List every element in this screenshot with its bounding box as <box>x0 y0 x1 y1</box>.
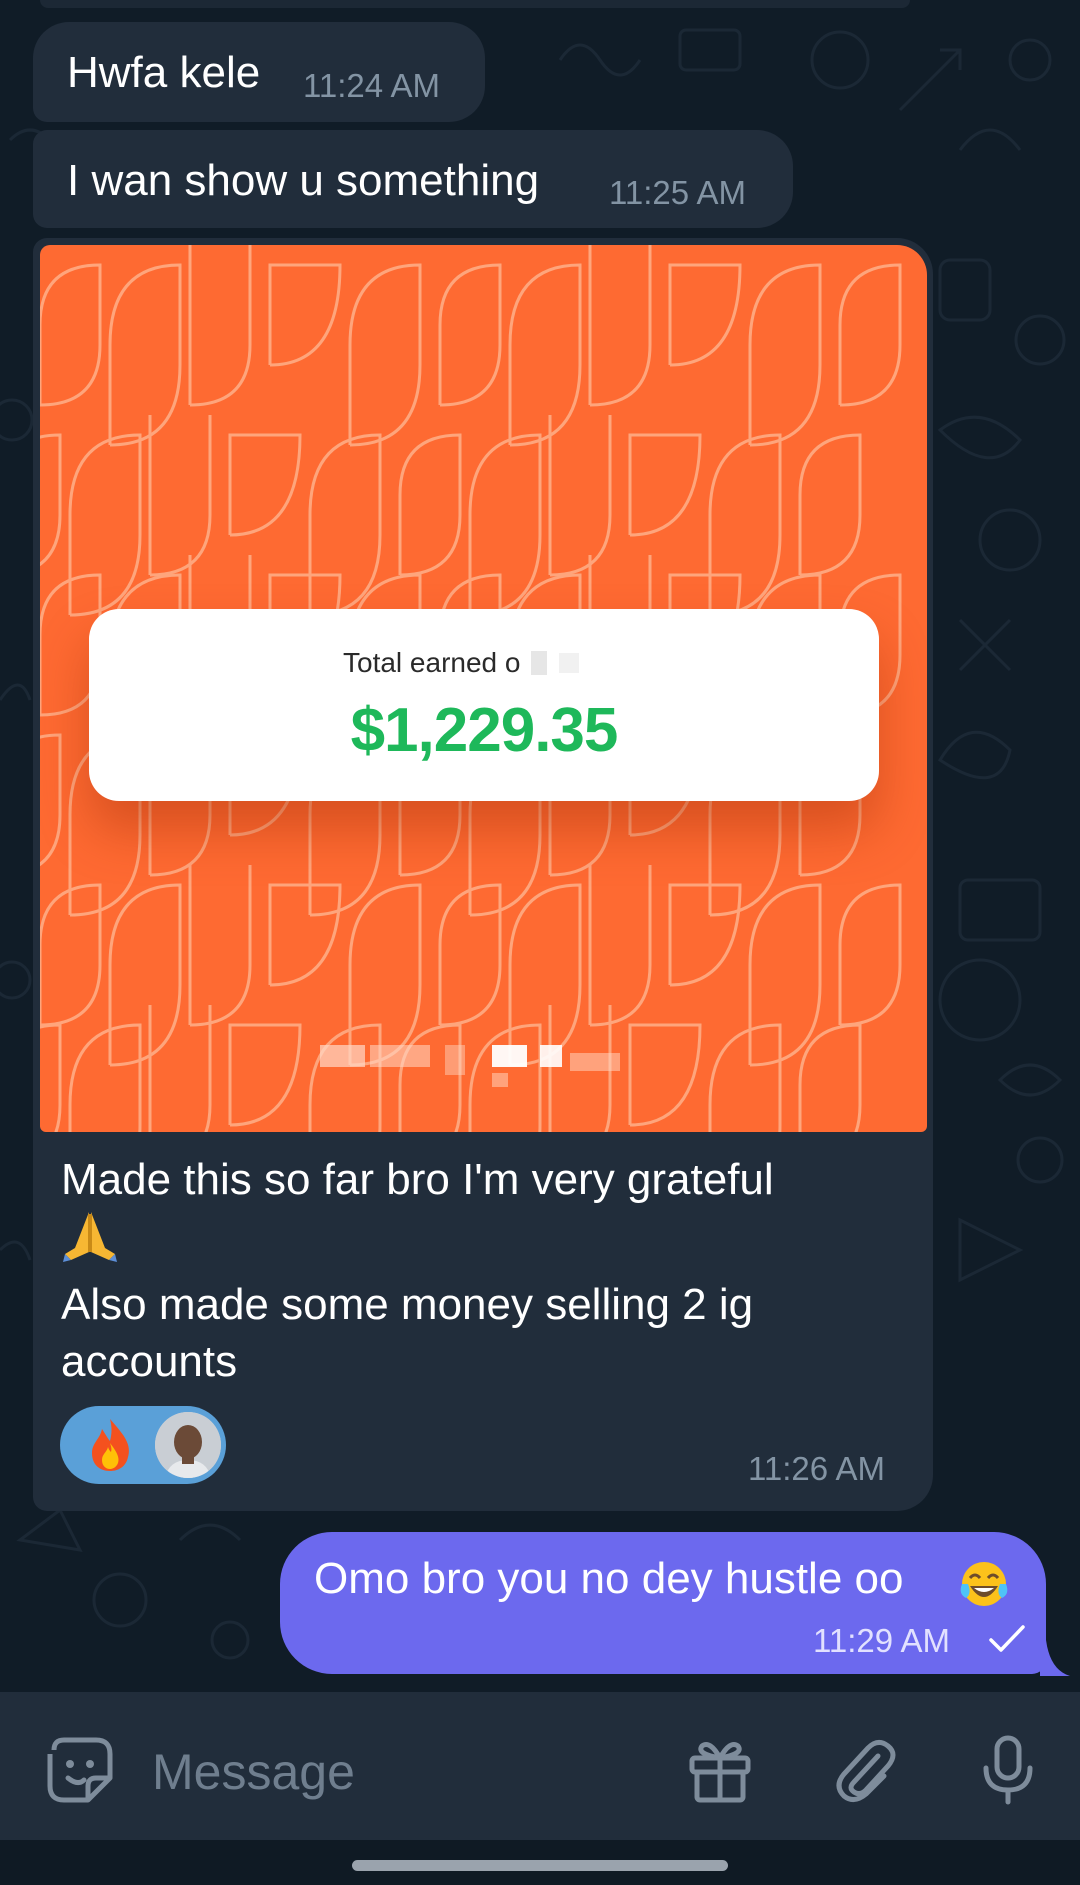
caption-line: accounts <box>61 1337 238 1386</box>
incoming-photo-message[interactable]: Total earned o $1,229.35 Made this so fa… <box>33 238 933 1511</box>
incoming-message[interactable]: I wan show u something 11:25 AM <box>33 130 793 228</box>
caption-line: Made this so far bro I'm very grateful <box>61 1155 774 1204</box>
fire-emoji <box>92 1419 129 1471</box>
reaction-pill[interactable] <box>60 1406 226 1484</box>
earnings-label: Total earned o <box>343 647 521 678</box>
home-gesture-handle[interactable] <box>352 1860 728 1871</box>
system-navigation-bar <box>0 1840 1080 1885</box>
user-avatar <box>155 1412 221 1478</box>
earnings-card: Total earned o $1,229.35 <box>89 609 879 801</box>
sent-check-icon <box>989 1625 1025 1652</box>
folded-hands-emoji <box>63 1212 117 1262</box>
chat-area: Hwfa kele 11:24 AM I wan show u somethin… <box>0 0 1080 1692</box>
message-photo[interactable]: Total earned o $1,229.35 <box>40 245 927 1132</box>
message-composer <box>0 1692 1080 1840</box>
message-text: Omo bro you no dey hustle oo <box>314 1554 904 1603</box>
blurred-text <box>559 653 579 673</box>
tears-of-joy-emoji <box>960 1562 1008 1606</box>
message-text: I wan show u something <box>67 156 540 205</box>
gift-icon[interactable] <box>684 1734 756 1806</box>
bubble-tail <box>1040 1640 1070 1676</box>
message-time: 11:25 AM <box>609 174 746 211</box>
microphone-icon[interactable] <box>972 1734 1044 1806</box>
message-time: 11:26 AM <box>748 1450 885 1487</box>
paperclip-icon[interactable] <box>828 1734 900 1806</box>
photo-caption: Made this so far bro I'm very grateful A… <box>61 1151 911 1390</box>
caption-emoji-line <box>61 1208 911 1276</box>
incoming-message[interactable]: Hwfa kele 11:24 AM <box>33 22 485 122</box>
previous-message-edge <box>40 0 910 8</box>
caption-line: Also made some money selling 2 ig <box>61 1280 754 1329</box>
blurred-footer-text <box>320 1045 680 1105</box>
message-time: 11:24 AM <box>303 67 440 104</box>
blurred-text <box>531 651 547 675</box>
message-text: Hwfa kele <box>67 48 261 97</box>
outgoing-message[interactable]: Omo bro you no dey hustle oo 11:29 AM <box>280 1532 1046 1674</box>
earnings-amount: $1,229.35 <box>350 696 619 765</box>
message-time: 11:29 AM <box>813 1622 950 1659</box>
message-input[interactable] <box>150 1736 654 1808</box>
sticker-icon[interactable] <box>44 1734 116 1806</box>
